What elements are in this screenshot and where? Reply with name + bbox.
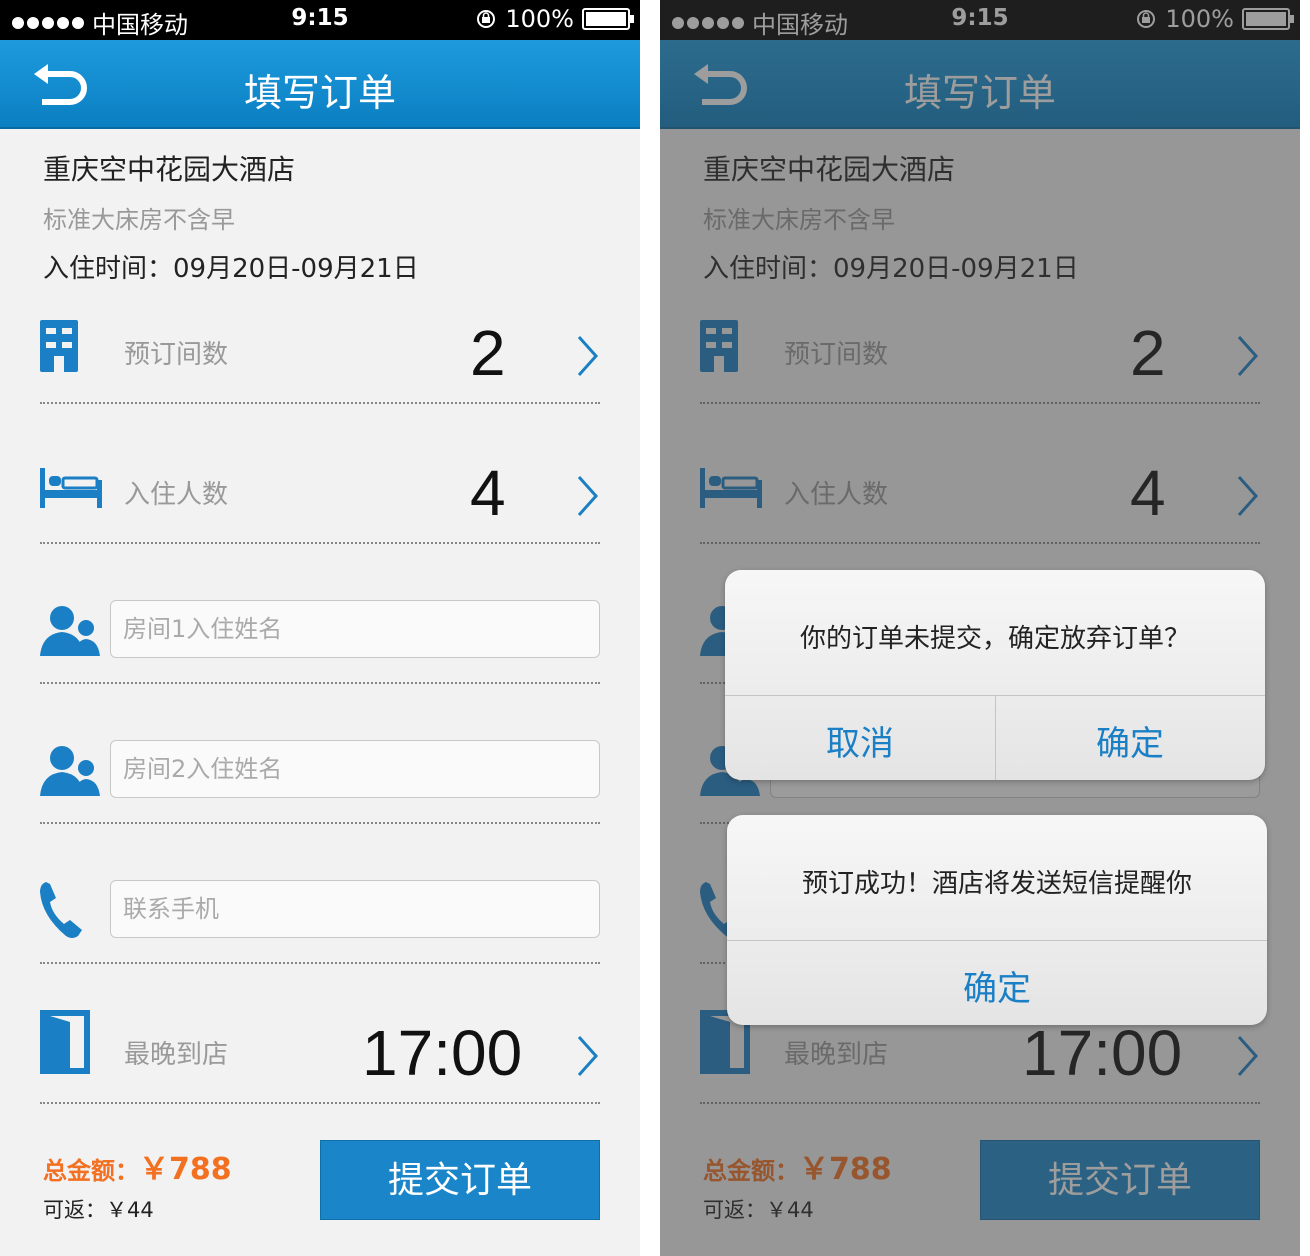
phone-icon (40, 882, 82, 938)
total-price: 总金额：￥788 (43, 1144, 232, 1188)
chevron-right-icon[interactable] (576, 1034, 600, 1078)
chevron-right-icon[interactable] (576, 474, 600, 518)
rebate-amount: 可返：￥44 (43, 1198, 154, 1222)
battery-percent: 100% (505, 5, 574, 33)
person-icon (40, 746, 100, 796)
page-title: 填写订单 (243, 71, 396, 115)
rooms-count-row[interactable]: 预订间数 2 (40, 264, 600, 404)
hotel-name: 重庆空中花园大酒店 (43, 153, 296, 186)
phone-row: 联系手机 (40, 824, 600, 964)
guest1-name-row: 房间1入住姓名 (40, 544, 600, 684)
booking-success-dialog: 预订成功！酒店将发送短信提醒你 确定 (727, 815, 1267, 1025)
arrival-time-row[interactable]: 最晚到店 17:00 (40, 964, 600, 1104)
bed-icon (40, 468, 102, 508)
guest2-name-input[interactable]: 房间2入住姓名 (110, 740, 600, 798)
chevron-right-icon[interactable] (576, 334, 600, 378)
abandon-order-message: 你的订单未提交，确定放弃订单？ (799, 624, 1190, 654)
status-bar: 中国移动 9:15 100% (0, 0, 640, 40)
confirm-success-button[interactable]: 确定 (727, 961, 1267, 1010)
door-icon (40, 1010, 90, 1074)
arrival-time-label: 最晚到店 (124, 1040, 229, 1070)
rooms-count-value: 2 (470, 317, 506, 389)
submit-order-button[interactable]: 提交订单 (320, 1140, 600, 1220)
booking-screen: 中国移动 9:15 100% 填写订单 重庆空中花园大酒店 标准大床房不含早 入… (0, 0, 640, 1256)
booking-screen-with-dialogs: 中国移动 9:15 100% 填写订单 重庆空中花园大酒店 标准大床房不含早 入… (660, 0, 1300, 1256)
guests-count-value: 4 (470, 457, 506, 529)
booking-success-message: 预订成功！酒店将发送短信提醒你 (801, 869, 1192, 899)
total-amount: ￥788 (139, 1152, 232, 1187)
rooms-count-label: 预订间数 (124, 340, 229, 370)
arrival-time-value: 17:00 (362, 1017, 523, 1089)
confirm-abandon-button[interactable]: 确定 (995, 716, 1265, 765)
phone-input[interactable]: 联系手机 (110, 880, 600, 938)
guests-count-label: 入住人数 (124, 480, 229, 510)
guests-count-row[interactable]: 入住人数 4 (40, 404, 600, 544)
nav-bar: 填写订单 (0, 40, 640, 129)
building-icon (40, 320, 78, 372)
guest1-name-input[interactable]: 房间1入住姓名 (110, 600, 600, 658)
guest2-name-row: 房间2入住姓名 (40, 684, 600, 824)
total-label: 总金额： (43, 1157, 139, 1185)
cancel-button[interactable]: 取消 (725, 716, 995, 765)
battery-icon (582, 8, 634, 30)
room-type: 标准大床房不含早 (43, 206, 235, 234)
person-icon (40, 606, 100, 656)
abandon-order-dialog: 你的订单未提交，确定放弃订单？ 取消 确定 (725, 570, 1265, 780)
lock-rotation-icon (477, 10, 496, 28)
